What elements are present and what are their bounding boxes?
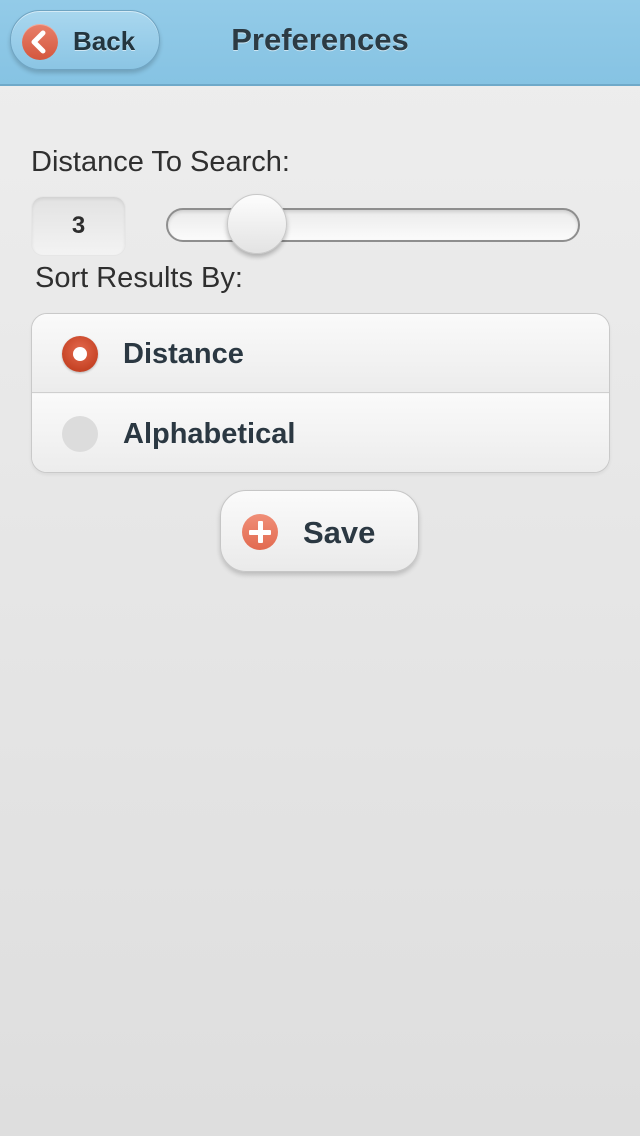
chevron-left-icon [22, 24, 58, 60]
sort-label: Sort Results By: [35, 262, 243, 294]
back-button[interactable]: Back [10, 10, 160, 70]
radio-unselected-icon [62, 416, 98, 452]
plus-circle-icon [242, 514, 278, 550]
header-bar: Back Preferences [0, 0, 640, 86]
sort-radio-group: Distance Alphabetical [31, 313, 610, 473]
save-button[interactable]: Save [220, 490, 419, 572]
sort-option-label: Alphabetical [123, 418, 296, 450]
save-button-label: Save [303, 515, 376, 550]
distance-slider-thumb[interactable] [227, 194, 288, 254]
sort-option-label: Distance [123, 338, 244, 370]
back-button-label: Back [73, 26, 136, 56]
page-title: Preferences [231, 22, 409, 57]
sort-option-distance[interactable]: Distance [32, 314, 609, 393]
sort-option-alphabetical[interactable]: Alphabetical [32, 394, 609, 472]
radio-selected-icon [62, 336, 98, 372]
distance-label: Distance To Search: [31, 146, 290, 178]
distance-value-field[interactable]: 3 [31, 196, 126, 256]
